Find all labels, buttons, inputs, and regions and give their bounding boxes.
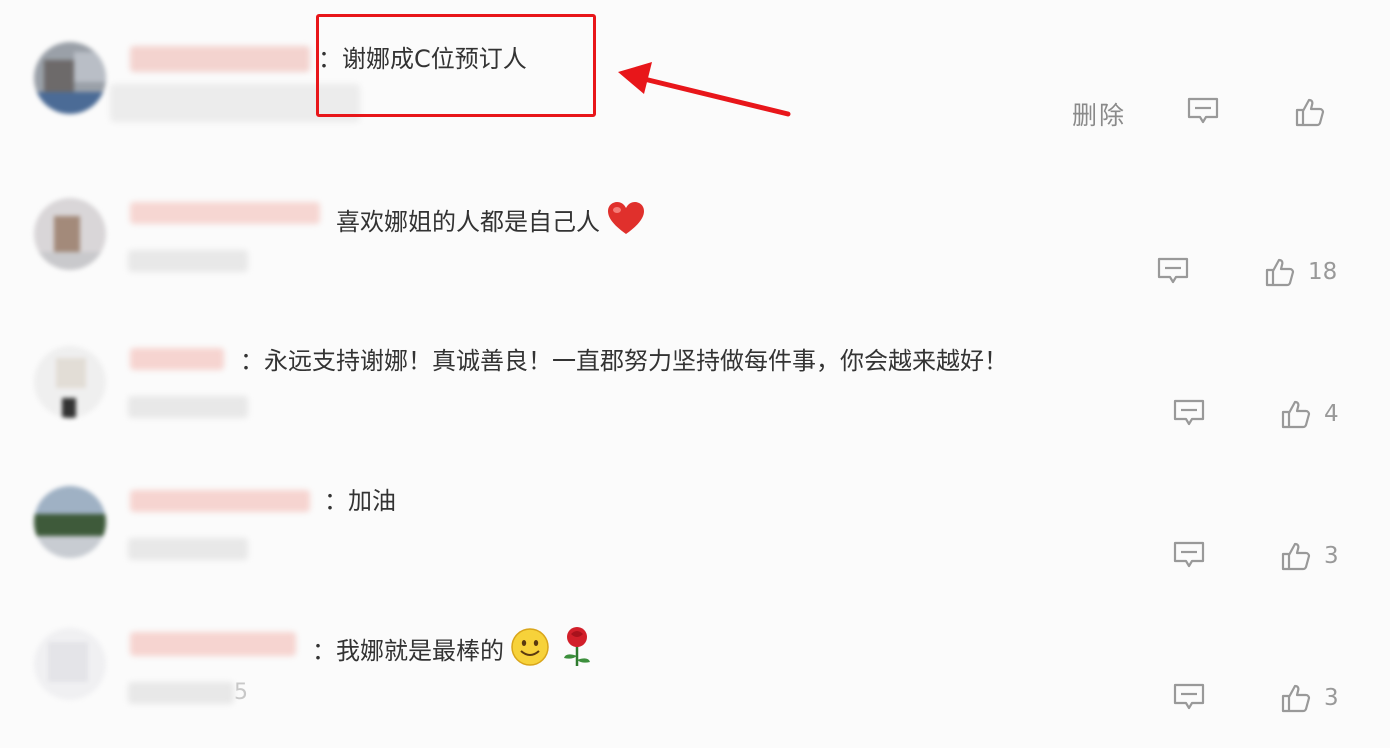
reply-button[interactable]: [1156, 256, 1190, 286]
like-button[interactable]: 3: [1280, 540, 1339, 572]
like-count: 3: [1324, 685, 1339, 711]
meta-tail: 5: [234, 680, 248, 705]
reply-button[interactable]: [1186, 96, 1220, 126]
like-button[interactable]: 3: [1280, 682, 1339, 714]
like-count: 18: [1308, 259, 1338, 285]
reply-button[interactable]: [1172, 398, 1206, 428]
avatar[interactable]: [34, 486, 106, 558]
avatar[interactable]: [34, 346, 106, 418]
thumbs-up-icon: [1265, 258, 1295, 287]
rose-icon: [560, 626, 594, 675]
comment-icon: [1173, 399, 1205, 426]
smile-icon: [510, 627, 550, 674]
thumbs-up-icon: [1281, 684, 1311, 713]
heart-icon: [606, 200, 646, 243]
meta-blurred: [128, 396, 248, 418]
like-button[interactable]: 4: [1280, 398, 1339, 430]
meta-blurred: [128, 682, 234, 704]
comment-icon: [1187, 97, 1219, 124]
comment-item: ：加油 3: [0, 440, 1390, 582]
comment-text: 喜欢娜姐的人都是自己人: [336, 200, 646, 243]
meta-blurred: [128, 538, 248, 560]
thumbs-up-icon: [1281, 542, 1311, 571]
avatar[interactable]: [34, 198, 106, 270]
username-blurred[interactable]: [130, 202, 320, 224]
meta-blurred: [128, 250, 248, 272]
comment-item: ：谢娜成C位预订人 删除: [0, 0, 1390, 150]
comment-item: 喜欢娜姐的人都是自己人 18: [0, 150, 1390, 300]
reply-button[interactable]: [1172, 682, 1206, 712]
red-arrow-icon: [618, 62, 791, 117]
like-count: 4: [1324, 401, 1339, 427]
comment-text: ：加油: [324, 487, 396, 515]
comment-text: ：永远支持谢娜！真诚善良！一直郡努力坚持做每件事，你会越来越好！: [240, 347, 1008, 375]
username-blurred[interactable]: [130, 490, 310, 512]
comment-icon: [1157, 257, 1189, 284]
thumbs-up-icon: [1281, 400, 1311, 429]
comment-item: ：永远支持谢娜！真诚善良！一直郡努力坚持做每件事，你会越来越好！ 4: [0, 300, 1390, 440]
comment-item: 5 ：我娜就是最棒的 3: [0, 582, 1390, 748]
username-blurred[interactable]: [130, 348, 224, 370]
comment-icon: [1173, 541, 1205, 568]
comment-text: ：我娜就是最棒的: [312, 626, 594, 675]
avatar[interactable]: [34, 628, 106, 700]
delete-button[interactable]: 删除: [1072, 96, 1126, 132]
reply-button[interactable]: [1172, 540, 1206, 570]
like-button[interactable]: [1294, 96, 1338, 128]
avatar[interactable]: [34, 42, 106, 114]
username-blurred[interactable]: [130, 632, 296, 656]
thumbs-up-icon: [1295, 98, 1325, 127]
highlight-box: [316, 14, 596, 117]
like-button[interactable]: 18: [1264, 256, 1337, 288]
like-count: 3: [1324, 543, 1339, 569]
comment-icon: [1173, 683, 1205, 710]
username-blurred[interactable]: [130, 46, 310, 72]
